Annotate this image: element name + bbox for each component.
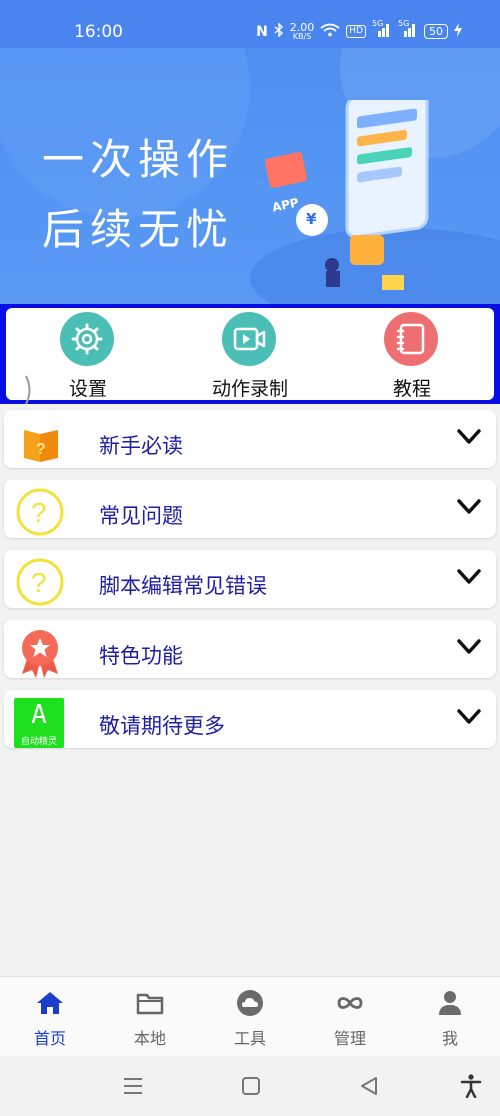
list-item-title: 特色功能 [99, 644, 183, 668]
chevron-down-icon[interactable] [456, 638, 482, 656]
gear-icon [71, 323, 103, 355]
promo-banner[interactable]: 一次操作 后续无忧 APP ¥ [0, 48, 500, 304]
app-logo-caption: 自动精灵 [20, 737, 57, 747]
hd-icon: HD [346, 25, 366, 38]
accessibility-icon[interactable] [456, 1074, 486, 1098]
book-question-icon: ? [24, 430, 58, 462]
tab-label: 管理 [333, 1029, 366, 1048]
list-item-features[interactable]: 特色功能 [4, 620, 496, 678]
tab-label: 首页 [33, 1029, 66, 1048]
nfc-icon: N [256, 23, 268, 40]
signal-icon-2: 5G [398, 19, 418, 40]
menu-icon[interactable] [118, 1074, 148, 1098]
shortcut-bar: 设置 动作录制 教程 [0, 304, 500, 405]
wifi-icon [320, 23, 340, 40]
yen-coin: ¥ [306, 210, 317, 228]
svg-text:?: ? [36, 441, 46, 458]
charging-icon [454, 23, 462, 40]
tab-me[interactable]: 我 [400, 977, 500, 1057]
tutorial-label: 教程 [392, 378, 431, 400]
tutorial-icon-circle [384, 312, 438, 366]
list-item-title: 新手必读 [99, 434, 183, 458]
shortcut-panel: 设置 动作录制 教程 [6, 308, 494, 405]
banner-headline-2: 后续无忧 [42, 205, 235, 254]
list-item-title: 敬请期待更多 [99, 714, 225, 738]
bottom-tab-bar: 首页 本地 工具 管理 我 [0, 976, 500, 1056]
chevron-down-icon[interactable] [456, 568, 482, 586]
list-item-title: 脚本编辑常见错误 [99, 574, 267, 598]
tab-label: 本地 [133, 1029, 166, 1048]
tutorial-shortcut[interactable]: 教程 [352, 308, 472, 400]
tab-tools[interactable]: 工具 [200, 977, 300, 1057]
list-item-faq[interactable]: ? 常见问题 [4, 480, 496, 538]
app-logo-icon: A 自动精灵 [14, 698, 64, 748]
list-item-beginner[interactable]: ? 新手必读 [4, 410, 496, 468]
infinity-icon [337, 997, 363, 1009]
banner-headline-1: 一次操作 [42, 135, 235, 184]
network-speed: 2.00 KB/S [289, 21, 315, 41]
award-ribbon-icon [22, 630, 58, 678]
list-item-title: 常见问题 [99, 504, 183, 528]
cloud-icon [237, 990, 263, 1016]
bluetooth-icon [274, 22, 284, 40]
list-item-more[interactable]: A 自动精灵 敬请期待更多 [4, 690, 496, 748]
edge-handle-icon[interactable] [24, 374, 34, 406]
tab-label: 工具 [233, 1029, 266, 1048]
tab-local[interactable]: 本地 [100, 977, 200, 1057]
back-icon[interactable] [354, 1074, 384, 1098]
chevron-down-icon[interactable] [456, 428, 482, 446]
person-icon [439, 991, 461, 1015]
app-logo-letter: A [31, 700, 47, 730]
chevron-down-icon[interactable] [456, 498, 482, 516]
settings-label: 设置 [68, 378, 107, 400]
folder-icon [136, 993, 164, 1015]
question-circle-icon: ? [16, 488, 64, 536]
svg-text:?: ? [31, 567, 47, 598]
status-icons: N 2.00 KB/S HD 5G 5G 50 [256, 19, 462, 41]
signal-icon-1: 5G [372, 19, 392, 40]
action-record-shortcut[interactable]: 动作录制 [190, 308, 310, 400]
tab-label: 我 [441, 1029, 458, 1048]
chevron-down-icon[interactable] [456, 708, 482, 726]
home-square-icon[interactable] [236, 1074, 266, 1098]
phone-illustration-icon [265, 100, 429, 290]
system-nav-bar [0, 1056, 500, 1116]
tab-home[interactable]: 首页 [0, 977, 100, 1057]
status-time: 16:00 [74, 22, 123, 42]
list-item-script-errors[interactable]: ? 脚本编辑常见错误 [4, 550, 496, 608]
home-icon [37, 992, 63, 1014]
notebook-icon [396, 323, 425, 355]
tab-manage[interactable]: 管理 [300, 977, 400, 1057]
record-icon-circle [222, 312, 276, 366]
settings-shortcut[interactable]: 设置 [28, 308, 148, 400]
action-record-label: 动作录制 [211, 378, 288, 400]
settings-icon-circle [60, 312, 114, 366]
video-icon [233, 327, 266, 351]
status-bar: 16:00 N 2.00 KB/S HD 5G 5G 50 [0, 0, 500, 48]
battery-icon: 50 [424, 24, 448, 39]
question-circle-icon: ? [16, 558, 64, 606]
svg-text:?: ? [31, 497, 47, 528]
